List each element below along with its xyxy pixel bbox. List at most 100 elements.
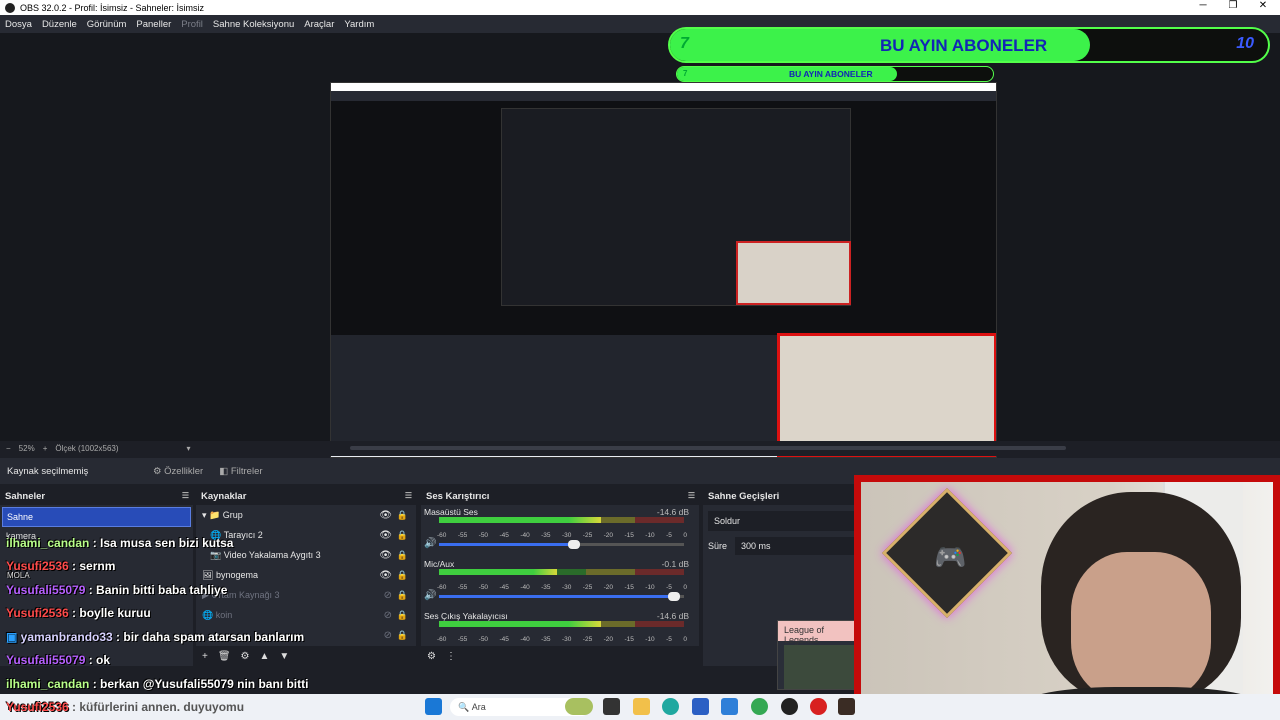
preview-scrollbar[interactable] [350, 446, 1066, 450]
duration-label: Süre [708, 541, 728, 551]
menu-scene-collection[interactable]: Sahne Koleksiyonu [208, 19, 299, 30]
lock-icon[interactable]: 🔒 [397, 590, 408, 601]
edge-icon[interactable] [662, 698, 679, 715]
source-item-grup[interactable]: ▾ 📁 Grup 👁 🔒 [196, 505, 416, 525]
gear-icon[interactable]: ⚙ [241, 651, 250, 662]
preview-area[interactable]: 7 BU AYIN ABONELER 10 7 BU AYIN ABONELER [0, 27, 1280, 458]
track-db: -14.6 dB [656, 611, 689, 621]
scene-item-sahne[interactable]: Sahne [2, 507, 191, 527]
menu-file[interactable]: Dosya [0, 19, 37, 30]
meter-tick: -60 [437, 532, 447, 539]
source-item-ortam[interactable]: ▶ Ortam Kaynağı 3 ⊘ 🔒 [196, 585, 416, 605]
filters-button[interactable]: ◧ Filtreler [211, 463, 270, 480]
eye-icon[interactable]: 👁 [379, 550, 392, 561]
source-label: bynogema [215, 570, 258, 580]
lock-icon[interactable]: 🔒 [397, 510, 408, 521]
duration-input[interactable]: 300 ms [735, 537, 856, 555]
zoom-out-button[interactable]: − [6, 444, 11, 453]
volume-slider[interactable] [439, 540, 684, 549]
sources-title: Kaynaklar [201, 491, 247, 502]
eye-icon[interactable]: 👁 [379, 510, 392, 521]
add-source-button[interactable]: + [202, 651, 208, 662]
chrome-icon[interactable] [751, 698, 768, 715]
meter-tick: -45 [499, 532, 509, 539]
windows-start-icon[interactable] [425, 698, 442, 715]
league-thumbnail-image [784, 645, 854, 689]
lock-icon[interactable]: 🔒 [397, 530, 408, 541]
meter-tick: -10 [645, 532, 655, 539]
volume-slider[interactable] [439, 592, 684, 601]
lock-icon[interactable]: 🔒 [397, 630, 408, 641]
gear-icon[interactable]: ⚙ [427, 651, 436, 662]
volume-meter [439, 569, 684, 575]
speaker-icon[interactable]: 🔊 [424, 590, 436, 601]
transitions-header: Sahne Geçişleri [703, 488, 863, 505]
close-button[interactable]: ✕ [1248, 0, 1278, 11]
minimize-button[interactable]: ─ [1188, 0, 1218, 11]
app-red-icon[interactable] [810, 698, 827, 715]
restore-button[interactable]: ❐ [1218, 0, 1248, 11]
meter-tick: 0 [683, 584, 687, 591]
menu-docks[interactable]: Paneller [131, 19, 176, 30]
store-icon[interactable] [692, 698, 709, 715]
lock-icon[interactable]: 🔒 [397, 550, 408, 561]
window-title: OBS 32.0.2 - Profil: İsimsiz - Sahneler:… [20, 2, 205, 13]
duration-row: Süre 300 ms [708, 537, 858, 555]
source-item-bynogema[interactable]: 🖼 bynogema 👁 🔒 [196, 565, 416, 585]
menu-tools[interactable]: Araçlar [299, 19, 339, 30]
dock-menu-icon[interactable]: ☰ [182, 491, 189, 500]
zoom-percent: 52% [18, 444, 35, 453]
lock-icon[interactable]: 🔒 [397, 610, 408, 621]
transition-type-select[interactable]: Soldur [708, 511, 858, 531]
meter-tick: -55 [457, 636, 468, 643]
meter-tick: -50 [478, 636, 489, 643]
chat-line: Yusufali55079 : ok [6, 653, 110, 667]
more-icon[interactable]: ⋮ [446, 651, 456, 662]
eye-hidden-icon[interactable]: ⊘ [384, 590, 392, 601]
meter-tick: -35 [541, 532, 551, 539]
widget-icon[interactable] [565, 698, 593, 715]
dock-menu-icon[interactable]: ☰ [405, 491, 412, 500]
obs-taskbar-icon[interactable] [781, 698, 798, 715]
move-up-icon[interactable]: ▲ [260, 651, 270, 662]
zoom-in-button[interactable]: + [43, 444, 48, 453]
menu-view[interactable]: Görünüm [82, 19, 132, 30]
task-view-icon[interactable] [603, 698, 620, 715]
mixer-track-mic: Mic/Aux -0.1 dB -60 -55 -50 -45 -40 -35 -30 -25… [421, 557, 699, 609]
menu-help[interactable]: Yardım [339, 19, 379, 30]
speaker-icon[interactable]: 🔊 [424, 538, 436, 549]
lock-icon[interactable]: 🔒 [397, 570, 408, 581]
chat-user: Yusufali55079 [6, 583, 86, 597]
chat-line: ilhami_candan : berkan @Yusufali55079 ni… [6, 677, 308, 691]
slider-knob[interactable] [668, 592, 681, 601]
menu-edit[interactable]: Düzenle [37, 19, 82, 30]
slider-fill [439, 543, 574, 546]
eye-hidden-icon[interactable]: ⊘ [384, 610, 392, 621]
outlook-icon[interactable] [721, 698, 738, 715]
volume-meter [439, 517, 684, 523]
file-explorer-icon[interactable] [633, 698, 650, 715]
eye-icon[interactable]: 👁 [379, 530, 392, 541]
chevron-down-icon[interactable]: ▾ [187, 444, 191, 453]
dock-menu-icon[interactable]: ☰ [688, 491, 695, 500]
chat-message: : Isa musa sen bizi kutsa [89, 536, 234, 550]
app-dark-icon[interactable] [838, 698, 855, 715]
meter-tick: -50 [478, 532, 489, 539]
preview-canvas[interactable] [330, 82, 997, 458]
source-item-koin[interactable]: 🌐 koin ⊘ 🔒 [196, 605, 416, 625]
chat-user: yamanbrando33 [20, 630, 113, 644]
properties-button[interactable]: ⚙ Özellikler [145, 463, 211, 480]
chat-line: Yusufali55079 : Banin bitti baba tahliye [6, 583, 227, 597]
meter-tick: -60 [437, 636, 447, 643]
gamepad-icon: 🎮 [934, 542, 967, 572]
slider-knob[interactable] [567, 540, 580, 549]
sources-toolbar: + 🗑 ⚙ ▲ ▼ [196, 646, 416, 666]
move-down-icon[interactable]: ▼ [279, 651, 289, 662]
bot-icon: ▣ [6, 630, 21, 644]
trash-icon[interactable]: 🗑 [218, 651, 231, 662]
mixer-track-desktop: Masaüstü Ses -14.6 dB -60 -55 -50 -45 -40 -35… [421, 505, 699, 557]
meter-tick: -25 [582, 584, 593, 591]
eye-hidden-icon[interactable]: ⊘ [384, 630, 392, 641]
eye-icon[interactable]: 👁 [379, 570, 392, 581]
menu-profile[interactable]: Profil [176, 19, 208, 30]
